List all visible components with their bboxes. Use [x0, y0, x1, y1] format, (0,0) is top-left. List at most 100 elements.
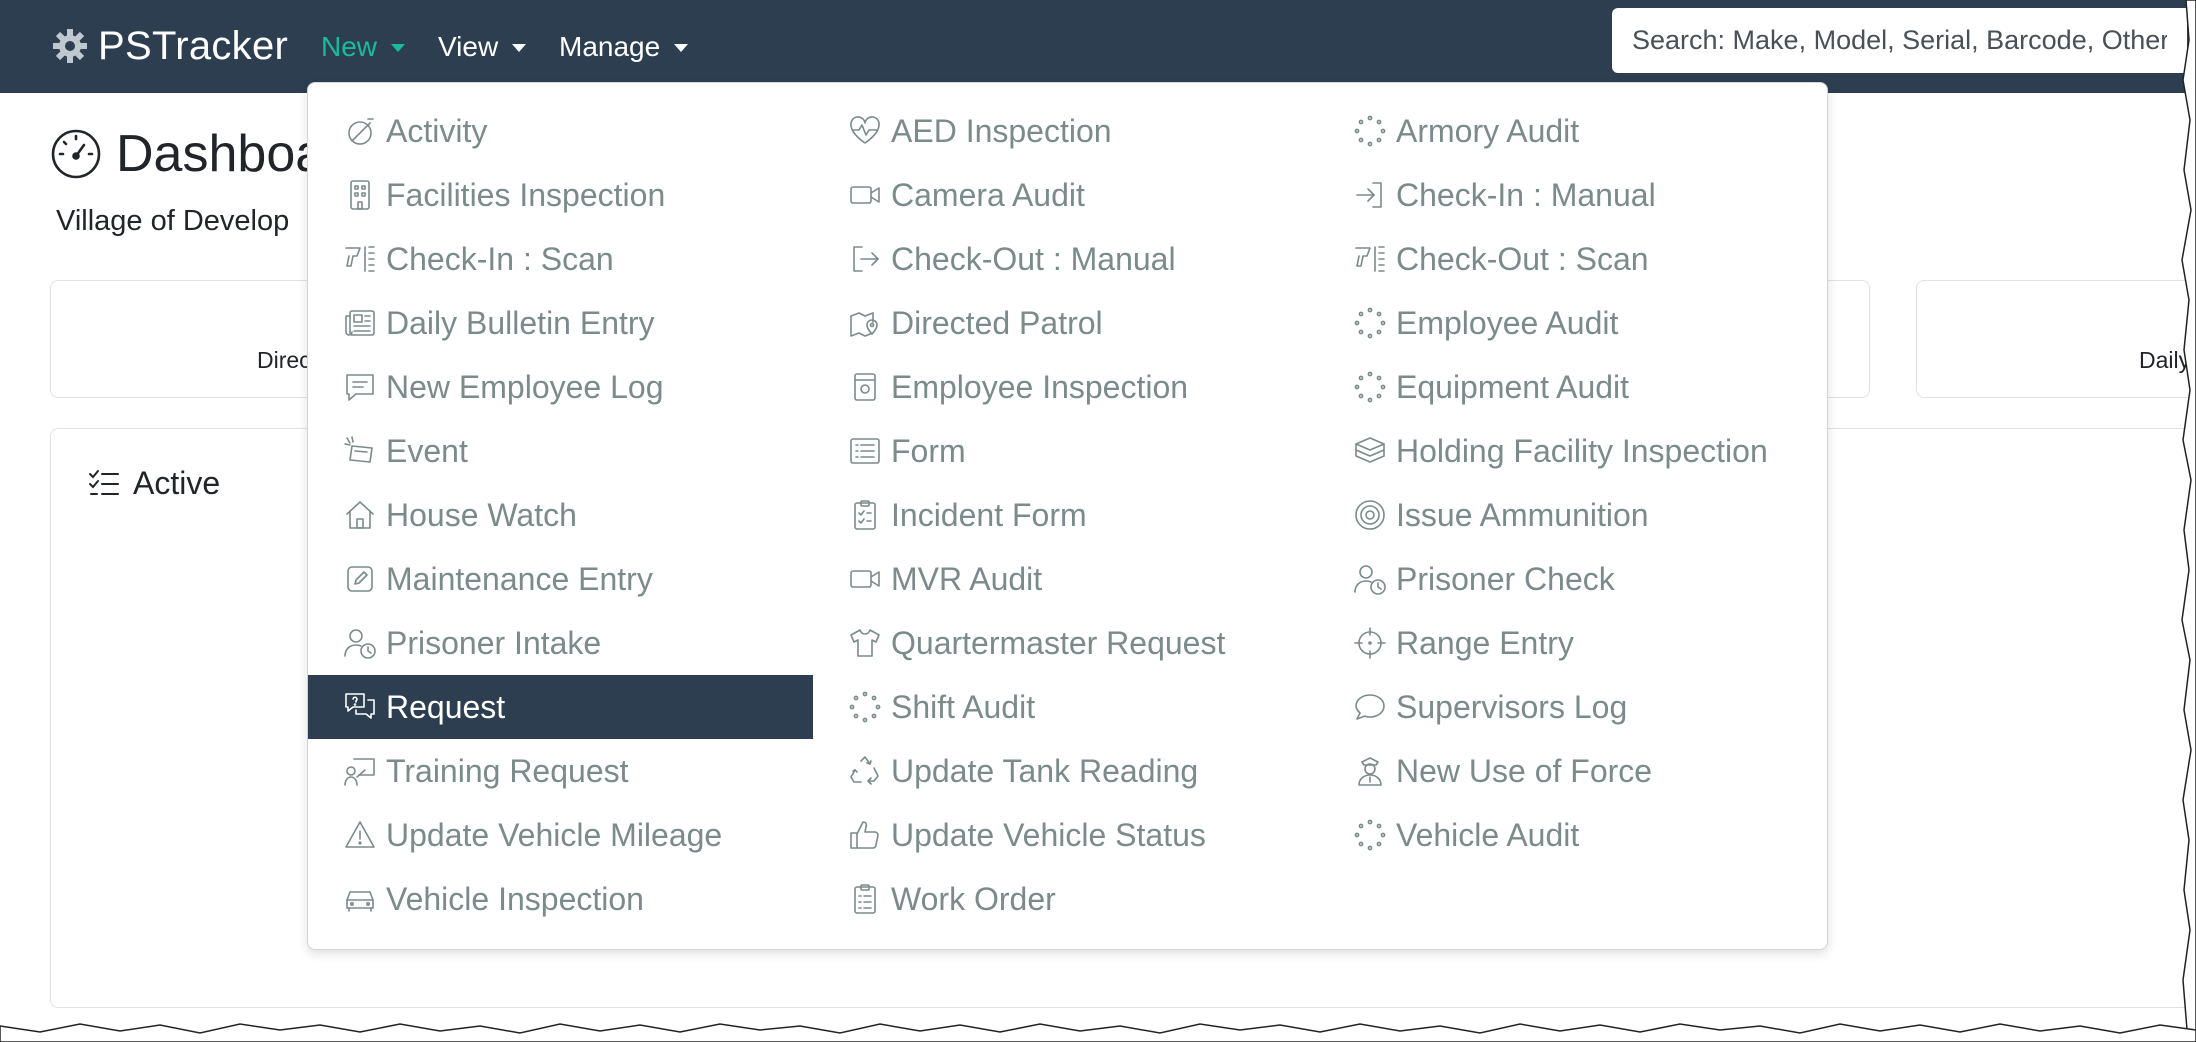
- activity-icon: [342, 113, 378, 149]
- menu-item-update-vehicle-status[interactable]: Update Vehicle Status: [813, 803, 1318, 867]
- question-chat-icon: [342, 689, 378, 725]
- nav-view-menu[interactable]: View: [438, 22, 527, 72]
- caret-down-icon: [391, 44, 406, 52]
- menu-item-label: Update Vehicle Status: [891, 816, 1206, 853]
- menu-item-label: Employee Audit: [1396, 304, 1619, 341]
- menu-item-label: Range Entry: [1396, 624, 1574, 661]
- menu-item-directed-patrol[interactable]: Directed Patrol: [813, 291, 1318, 355]
- menu-column-2: AED Inspection Camera Audit Check-Out : …: [813, 99, 1318, 931]
- brand-name: PSTracker: [98, 23, 289, 68]
- menu-item-label: Supervisors Log: [1396, 688, 1628, 725]
- gear-logo-icon: [53, 29, 87, 63]
- new-dropdown-menu: Activity Facilities Inspection Check-In …: [307, 82, 1828, 950]
- menu-item-maintenance-entry[interactable]: Maintenance Entry: [308, 547, 813, 611]
- menu-item-equipment-audit[interactable]: Equipment Audit: [1318, 355, 1823, 419]
- checklist-icon: [89, 469, 119, 495]
- summary-card-daily[interactable]: Daily: [1916, 280, 2196, 398]
- menu-item-check-out-scan[interactable]: Check-Out : Scan: [1318, 227, 1823, 291]
- clipboard-list-icon: [847, 881, 883, 917]
- top-navbar: PSTracker New View Manage: [0, 0, 2196, 93]
- spinner-dots-icon: [1352, 305, 1388, 341]
- sign-out-icon: [847, 241, 883, 277]
- spinner-dots-icon: [847, 689, 883, 725]
- menu-item-shift-audit[interactable]: Shift Audit: [813, 675, 1318, 739]
- menu-item-label: Facilities Inspection: [386, 176, 666, 213]
- menu-item-label: Update Tank Reading: [891, 752, 1199, 789]
- menu-item-check-in-scan[interactable]: Check-In : Scan: [308, 227, 813, 291]
- menu-item-aed-inspection[interactable]: AED Inspection: [813, 99, 1318, 163]
- menu-item-label: Event: [386, 432, 468, 469]
- recycle-icon: [847, 753, 883, 789]
- menu-item-label: House Watch: [386, 496, 577, 533]
- nav-manage-label: Manage: [559, 31, 661, 62]
- menu-item-label: Check-Out : Manual: [891, 240, 1176, 277]
- menu-item-update-tank-reading[interactable]: Update Tank Reading: [813, 739, 1318, 803]
- menu-item-prisoner-intake[interactable]: Prisoner Intake: [308, 611, 813, 675]
- menu-item-label: Work Order: [891, 880, 1056, 917]
- menu-item-label: MVR Audit: [891, 560, 1043, 597]
- menu-item-issue-ammunition[interactable]: Issue Ammunition: [1318, 483, 1823, 547]
- nav-manage-menu[interactable]: Manage: [559, 22, 689, 72]
- barcode-scanner-icon: [342, 241, 378, 277]
- spinner-dots-icon: [1352, 817, 1388, 853]
- menu-item-request[interactable]: Request: [308, 675, 813, 739]
- barcode-scanner-icon: [1352, 241, 1388, 277]
- box-stack-icon: [1352, 433, 1388, 469]
- brand-logo[interactable]: PSTracker: [50, 18, 288, 74]
- menu-item-label: New Use of Force: [1396, 752, 1653, 789]
- menu-item-label: Update Vehicle Mileage: [386, 816, 723, 853]
- menu-item-event[interactable]: Event: [308, 419, 813, 483]
- menu-item-vehicle-inspection[interactable]: Vehicle Inspection: [308, 867, 813, 931]
- menu-item-form[interactable]: Form: [813, 419, 1318, 483]
- menu-item-label: Training Request: [386, 752, 629, 789]
- menu-item-update-vehicle-mileage[interactable]: Update Vehicle Mileage: [308, 803, 813, 867]
- menu-item-activity[interactable]: Activity: [308, 99, 813, 163]
- menu-item-label: Employee Inspection: [891, 368, 1189, 405]
- menu-item-range-entry[interactable]: Range Entry: [1318, 611, 1823, 675]
- menu-item-label: Check-In : Manual: [1396, 176, 1656, 213]
- menu-item-training-request[interactable]: Training Request: [308, 739, 813, 803]
- search-input[interactable]: [1612, 8, 2187, 73]
- menu-item-label: Form: [891, 432, 966, 469]
- menu-item-label: Activity: [386, 112, 488, 149]
- menu-item-check-out-manual[interactable]: Check-Out : Manual: [813, 227, 1318, 291]
- badge-icon: [847, 369, 883, 405]
- menu-item-check-in-manual[interactable]: Check-In : Manual: [1318, 163, 1823, 227]
- menu-item-armory-audit[interactable]: Armory Audit: [1318, 99, 1823, 163]
- menu-item-label: Vehicle Inspection: [386, 880, 644, 917]
- menu-item-label: New Employee Log: [386, 368, 664, 405]
- menu-item-label: Request: [386, 688, 506, 725]
- nav-view-label: View: [438, 31, 499, 62]
- menu-item-employee-inspection[interactable]: Employee Inspection: [813, 355, 1318, 419]
- menu-item-label: Vehicle Audit: [1396, 816, 1580, 853]
- menu-item-mvr-audit[interactable]: MVR Audit: [813, 547, 1318, 611]
- officer-icon: [1352, 753, 1388, 789]
- menu-item-quartermaster-request[interactable]: Quartermaster Request: [813, 611, 1318, 675]
- menu-item-incident-form[interactable]: Incident Form: [813, 483, 1318, 547]
- caret-down-icon: [512, 44, 527, 52]
- menu-item-label: Camera Audit: [891, 176, 1085, 213]
- menu-item-daily-bulletin-entry[interactable]: Daily Bulletin Entry: [308, 291, 813, 355]
- video-camera-icon: [847, 561, 883, 597]
- menu-item-holding-facility-inspection[interactable]: Holding Facility Inspection: [1318, 419, 1823, 483]
- menu-item-label: Daily Bulletin Entry: [386, 304, 655, 341]
- edit-icon: [342, 561, 378, 597]
- menu-item-work-order[interactable]: Work Order: [813, 867, 1318, 931]
- nav-new-menu[interactable]: New: [321, 22, 406, 72]
- building-icon: [342, 177, 378, 213]
- menu-item-prisoner-check[interactable]: Prisoner Check: [1318, 547, 1823, 611]
- menu-item-label: Issue Ammunition: [1396, 496, 1649, 533]
- nav-new-label: New: [321, 31, 378, 62]
- menu-item-facilities-inspection[interactable]: Facilities Inspection: [308, 163, 813, 227]
- menu-item-label: Directed Patrol: [891, 304, 1103, 341]
- menu-item-new-employee-log[interactable]: New Employee Log: [308, 355, 813, 419]
- page-title: Dashboa: [50, 124, 324, 184]
- sign-in-icon: [1352, 177, 1388, 213]
- menu-item-vehicle-audit[interactable]: Vehicle Audit: [1318, 803, 1823, 867]
- menu-item-camera-audit[interactable]: Camera Audit: [813, 163, 1318, 227]
- menu-item-employee-audit[interactable]: Employee Audit: [1318, 291, 1823, 355]
- event-icon: [342, 433, 378, 469]
- menu-item-new-use-of-force[interactable]: New Use of Force: [1318, 739, 1823, 803]
- menu-item-house-watch[interactable]: House Watch: [308, 483, 813, 547]
- menu-item-supervisors-log[interactable]: Supervisors Log: [1318, 675, 1823, 739]
